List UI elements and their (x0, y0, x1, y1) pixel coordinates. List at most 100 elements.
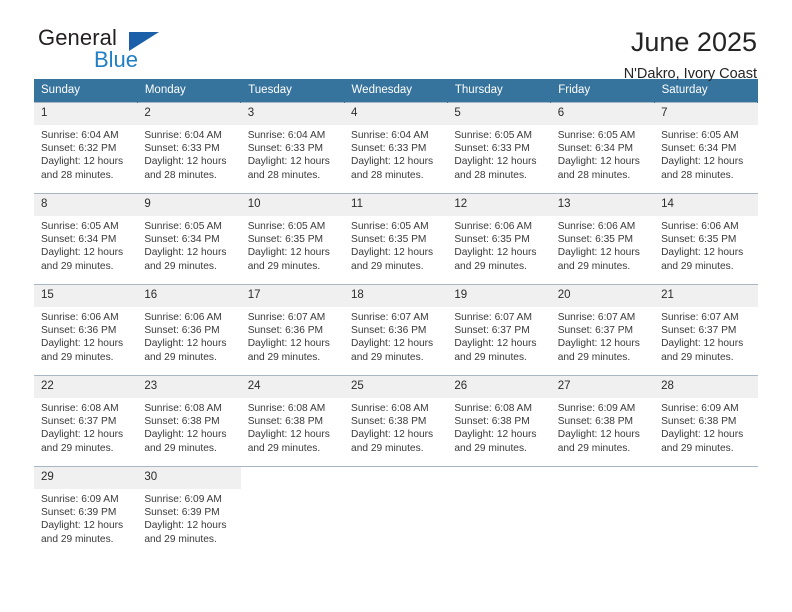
title-block: June 2025 N'Dakro, Ivory Coast (624, 26, 758, 84)
calendar-day-cell[interactable]: 2 Sunrise: 6:04 AM Sunset: 6:33 PM Daylight… (137, 102, 241, 184)
calendar-day-cell[interactable]: 9 Sunrise: 6:05 AM Sunset: 6:34 PM Daylight… (137, 193, 241, 275)
sunrise-text: Sunrise: 6:06 AM (144, 312, 222, 323)
calendar-day-cell[interactable]: 21 Sunrise: 6:07 AM Sunset: 6:37 PM Dayligh… (654, 284, 758, 366)
daylight-text-line2: and 28 minutes. (661, 169, 734, 181)
daylight-text-line1: Daylight: 12 hours (41, 338, 124, 350)
calendar-day-cell[interactable]: 14 Sunrise: 6:06 AM Sunset: 6:35 PM Dayligh… (654, 193, 758, 275)
daylight-text-line2: and 29 minutes. (247, 260, 321, 272)
day-details: Sunrise: 6:04 AM Sunset: 6:33 PM Daylight:… (344, 125, 447, 182)
brand-logo[interactable]: General Blue (34, 26, 234, 78)
daylight-text-line1: Daylight: 12 hours (144, 338, 227, 350)
sunrise-text: Sunrise: 6:07 AM (661, 312, 739, 323)
sunrise-text: Sunrise: 6:09 AM (41, 494, 119, 505)
calendar-day-cell[interactable]: 7 Sunrise: 6:05 AM Sunset: 6:34 PM Daylight… (654, 102, 758, 184)
sunrise-text: Sunrise: 6:07 AM (247, 312, 326, 323)
daylight-text-line1: Daylight: 12 hours (661, 156, 744, 168)
calendar-day-cell[interactable]: 11 Sunrise: 6:05 AM Sunset: 6:35 PM Dayligh… (344, 193, 448, 275)
sunrise-text: Sunrise: 6:05 AM (41, 221, 119, 232)
calendar-day-cell[interactable]: 18 Sunrise: 6:07 AM Sunset: 6:36 PM Dayligh… (344, 284, 448, 366)
daylight-text-line2: and 29 minutes. (454, 351, 527, 363)
day-details: Sunrise: 6:05 AM Sunset: 6:34 PM Daylight:… (137, 216, 240, 273)
daylight-text-line1: Daylight: 12 hours (41, 520, 124, 532)
calendar-day-cell[interactable]: 1 Sunrise: 6:04 AM Sunset: 6:32 PM Daylight… (34, 102, 138, 184)
calendar-day-cell[interactable]: 13 Sunrise: 6:06 AM Sunset: 6:35 PM Dayligh… (550, 193, 655, 275)
day-number: 23 (137, 376, 241, 398)
sunrise-text: Sunrise: 6:06 AM (454, 221, 532, 232)
calendar-day-cell[interactable]: 6 Sunrise: 6:05 AM Sunset: 6:34 PM Daylight… (550, 102, 655, 184)
sunrise-text: Sunrise: 6:08 AM (144, 403, 222, 414)
weekday-header-monday: Monday (137, 79, 242, 103)
day-number (344, 467, 448, 489)
calendar-day-cell[interactable]: 3 Sunrise: 6:04 AM Sunset: 6:33 PM Daylight… (240, 102, 345, 184)
calendar-day-cell[interactable]: 17 Sunrise: 6:07 AM Sunset: 6:36 PM Dayligh… (240, 284, 345, 366)
calendar-day-cell[interactable]: 16 Sunrise: 6:06 AM Sunset: 6:36 PM Dayligh… (137, 284, 241, 366)
sunset-text: Sunset: 6:35 PM (247, 234, 324, 246)
day-number (240, 467, 345, 489)
daylight-text-line2: and 29 minutes. (247, 442, 321, 454)
sunrise-text: Sunrise: 6:08 AM (351, 403, 429, 414)
page-header: General Blue June 2025 N'Dakro, Ivory Co… (34, 0, 758, 83)
calendar-day-cell[interactable]: 24 Sunrise: 6:08 AM Sunset: 6:38 PM Dayligh… (240, 375, 345, 457)
sunset-text: Sunset: 6:39 PM (144, 507, 220, 519)
daylight-text-line2: and 29 minutes. (247, 351, 321, 363)
sunset-text: Sunset: 6:34 PM (661, 143, 737, 155)
calendar-day-cell[interactable]: 27 Sunrise: 6:09 AM Sunset: 6:38 PM Dayligh… (550, 375, 655, 457)
daylight-text-line2: and 29 minutes. (351, 351, 424, 363)
day-details (447, 489, 550, 493)
calendar-day-cell[interactable]: 5 Sunrise: 6:05 AM Sunset: 6:33 PM Daylight… (447, 102, 551, 184)
day-number: 17 (240, 285, 345, 307)
daylight-text-line1: Daylight: 12 hours (557, 156, 640, 168)
calendar-day-cell[interactable]: 23 Sunrise: 6:08 AM Sunset: 6:38 PM Dayligh… (137, 375, 241, 457)
calendar-day-cell[interactable]: 20 Sunrise: 6:07 AM Sunset: 6:37 PM Dayligh… (550, 284, 655, 366)
daylight-text-line1: Daylight: 12 hours (557, 247, 640, 259)
daylight-text-line2: and 29 minutes. (144, 351, 217, 363)
calendar-day-cell[interactable]: 10 Sunrise: 6:05 AM Sunset: 6:35 PM Dayligh… (240, 193, 345, 275)
calendar-day-cell[interactable]: 22 Sunrise: 6:08 AM Sunset: 6:37 PM Dayligh… (34, 375, 138, 457)
sunset-text: Sunset: 6:36 PM (144, 325, 220, 337)
day-details: Sunrise: 6:09 AM Sunset: 6:39 PM Daylight:… (34, 489, 137, 546)
day-number: 15 (34, 285, 138, 307)
calendar-day-cell[interactable]: 8 Sunrise: 6:05 AM Sunset: 6:34 PM Daylight… (34, 193, 138, 275)
day-number: 13 (550, 194, 655, 216)
daylight-text-line1: Daylight: 12 hours (247, 338, 330, 350)
day-details: Sunrise: 6:04 AM Sunset: 6:33 PM Daylight:… (137, 125, 240, 182)
triangle-flag-icon (129, 32, 159, 51)
day-details (344, 489, 447, 493)
daylight-text-line2: and 29 minutes. (41, 351, 114, 363)
day-details: Sunrise: 6:06 AM Sunset: 6:35 PM Daylight:… (447, 216, 550, 273)
day-number: 16 (137, 285, 241, 307)
calendar-day-cell[interactable]: 30 Sunrise: 6:09 AM Sunset: 6:39 PM Dayligh… (137, 466, 241, 548)
daylight-text-line1: Daylight: 12 hours (351, 429, 434, 441)
sunset-text: Sunset: 6:38 PM (661, 416, 737, 428)
daylight-text-line2: and 28 minutes. (41, 169, 114, 181)
sunrise-text: Sunrise: 6:08 AM (454, 403, 532, 414)
day-number: 2 (137, 103, 241, 125)
sunrise-text: Sunrise: 6:04 AM (41, 130, 119, 141)
day-details: Sunrise: 6:09 AM Sunset: 6:38 PM Daylight:… (551, 398, 654, 455)
day-number: 10 (240, 194, 345, 216)
sunset-text: Sunset: 6:37 PM (557, 325, 634, 337)
daylight-text-line2: and 29 minutes. (661, 351, 734, 363)
calendar-day-cell[interactable]: 26 Sunrise: 6:08 AM Sunset: 6:38 PM Dayligh… (447, 375, 551, 457)
calendar-day-cell[interactable]: 28 Sunrise: 6:09 AM Sunset: 6:38 PM Dayligh… (654, 375, 758, 457)
sunrise-text: Sunrise: 6:05 AM (247, 221, 326, 232)
calendar-day-cell[interactable]: 15 Sunrise: 6:06 AM Sunset: 6:36 PM Dayligh… (34, 284, 138, 366)
day-number: 11 (344, 194, 448, 216)
calendar-day-cell[interactable]: 19 Sunrise: 6:07 AM Sunset: 6:37 PM Dayligh… (447, 284, 551, 366)
calendar-day-cell[interactable]: 29 Sunrise: 6:09 AM Sunset: 6:39 PM Dayligh… (34, 466, 138, 548)
page-subtitle: N'Dakro, Ivory Coast (623, 66, 757, 82)
week-spacer (34, 184, 758, 194)
sunset-text: Sunset: 6:37 PM (454, 325, 530, 337)
day-number: 20 (550, 285, 655, 307)
day-number: 6 (550, 103, 655, 125)
sunset-text: Sunset: 6:36 PM (351, 325, 427, 337)
daylight-text-line2: and 29 minutes. (557, 260, 631, 272)
day-details: Sunrise: 6:06 AM Sunset: 6:35 PM Daylight:… (654, 216, 757, 273)
calendar-day-cell[interactable]: 25 Sunrise: 6:08 AM Sunset: 6:38 PM Dayligh… (344, 375, 448, 457)
calendar-week-row: 8 Sunrise: 6:05 AM Sunset: 6:34 PM Daylight… (34, 193, 758, 275)
day-number: 29 (34, 467, 138, 489)
calendar-day-cell[interactable]: 12 Sunrise: 6:06 AM Sunset: 6:35 PM Dayligh… (447, 193, 551, 275)
daylight-text-line2: and 29 minutes. (661, 442, 734, 454)
sunset-text: Sunset: 6:37 PM (41, 416, 117, 428)
calendar-day-cell[interactable]: 4 Sunrise: 6:04 AM Sunset: 6:33 PM Daylight… (344, 102, 448, 184)
